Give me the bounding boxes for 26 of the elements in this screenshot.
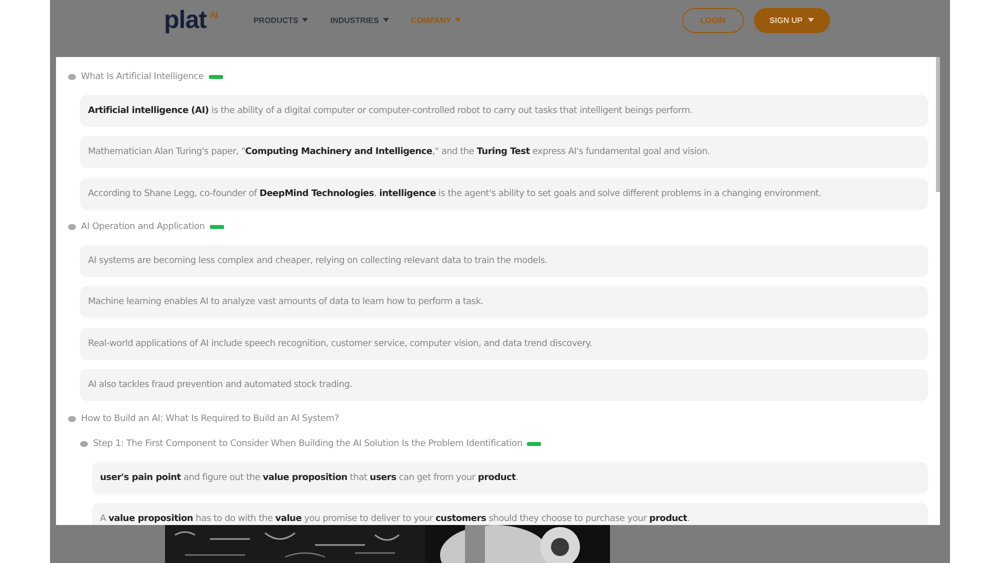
section-heading: AI Operation and Application [81,222,205,232]
logo[interactable]: plat$^{AI}$ [164,6,218,34]
section-heading: Step 1: The First Component to Consider When Building the AI Solution Is the Problem Identification [93,439,522,449]
summary-card: Artificial intelligence (AI) is the ability of a digital computer or computer-controlled robot to carry out tasks that intelligent beings perform. [80,94,928,126]
scrollbar[interactable] [936,57,940,192]
summary-card: user's pain point and figure out the value proposition that users can get from your product. [92,462,928,494]
summary-card: Machine learning enables AI to analyze vast amounts of data to learn how to perform a task. [80,286,928,318]
summary-card: A value proposition has to do with the value you promise to deliver to your customers should they choose to purchase your product. [92,503,928,525]
bullet-icon [68,416,76,422]
nav-menu[interactable]: INDUSTRIES [330,16,389,24]
summary-card: Real-world applications of AI include speech recognition, customer service, computer vision, and data trend discovery. [80,328,928,360]
signup-button[interactable]: SIGN UP [754,8,830,32]
nav-menu[interactable]: PRODUCTS [253,16,308,24]
caret-icon [455,18,462,22]
caret-icon [302,18,308,22]
bullet-icon [68,74,76,80]
bullet-icon [68,224,76,230]
summary-card: Mathematician Alan Turing's paper, "Computing Machinery and Intelligence," and the Turing Test express AI's fundamental goal and vision. [80,136,928,168]
summary-card: According to Shane Legg, co-founder of DeepMind Technologies, intelligence is the agent's ability to set goals and solve different problems in a changing environment. [80,178,928,210]
caret-icon [382,18,389,22]
summary-card: AI systems are becoming less complex and cheaper, relying on collecting relevant data to train the models. [80,244,928,276]
caret-icon [808,18,814,22]
section-heading: How to Build an AI: What Is Required to Build an AI System? [81,414,339,424]
bullet-icon [80,441,88,447]
section-heading: What Is Artificial Intelligence [81,72,204,82]
summary-card: AI also tackles fraud prevention and automated stock trading. [80,369,928,401]
